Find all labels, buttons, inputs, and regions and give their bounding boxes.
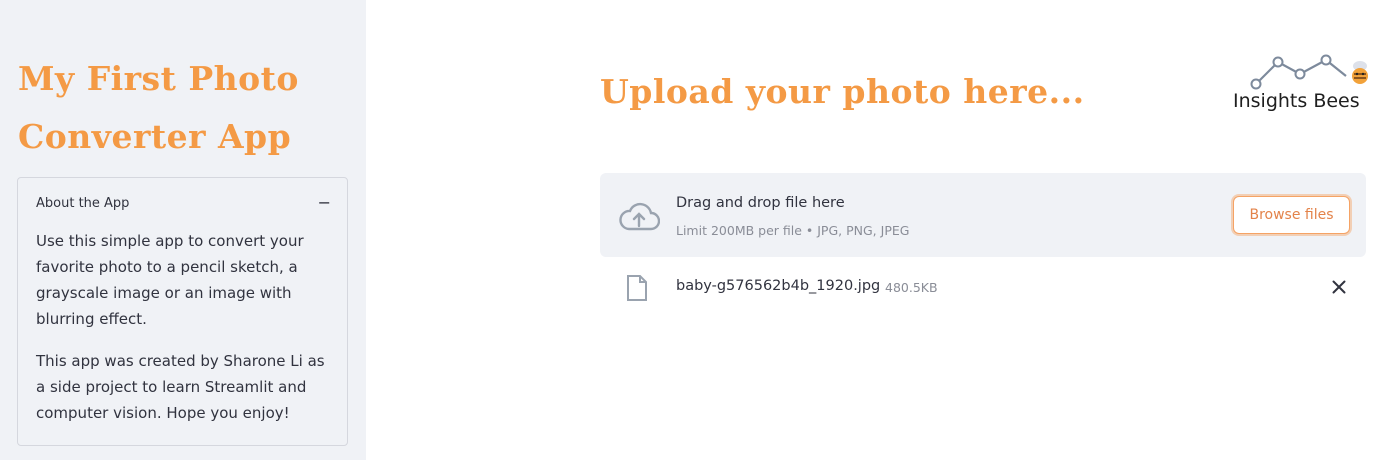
uploaded-file-row: baby-g576562b4b_1920.jpg 480.5KB — [600, 268, 1366, 308]
file-uploader-dropzone[interactable]: Drag and drop file here Limit 200MB per … — [600, 173, 1366, 257]
about-expander-body: Use this simple app to convert your favo… — [36, 228, 336, 442]
cloud-upload-icon — [618, 200, 661, 236]
collapse-icon[interactable]: − — [318, 195, 331, 211]
insights-bees-logo-icon — [1250, 54, 1368, 90]
dropzone-hint: Limit 200MB per file • JPG, PNG, JPEG — [676, 223, 910, 238]
uploaded-file-size: 480.5KB — [885, 280, 938, 295]
about-expander: About the App − Use this simple app to c… — [17, 177, 348, 446]
app-title: My First Photo Converter App — [18, 59, 299, 156]
browse-files-button[interactable]: Browse files — [1233, 196, 1350, 234]
dropzone-title: Drag and drop file here — [676, 195, 845, 211]
file-icon — [626, 274, 648, 306]
about-paragraph-1: Use this simple app to convert your favo… — [36, 232, 304, 328]
brand-logo: Insights Bees — [1230, 52, 1386, 118]
about-paragraph-2: This app was created by Sharone Li as a … — [36, 352, 325, 422]
brand-name: Insights Bees — [1233, 90, 1360, 112]
about-expander-title: About the App — [36, 195, 130, 211]
close-icon[interactable] — [1328, 276, 1350, 298]
sidebar: My First Photo Converter App About the A… — [0, 0, 366, 460]
about-expander-header[interactable]: About the App − — [36, 193, 331, 213]
uploaded-file-name: baby-g576562b4b_1920.jpg — [676, 278, 881, 294]
page-heading: Upload your photo here... — [600, 72, 1085, 111]
